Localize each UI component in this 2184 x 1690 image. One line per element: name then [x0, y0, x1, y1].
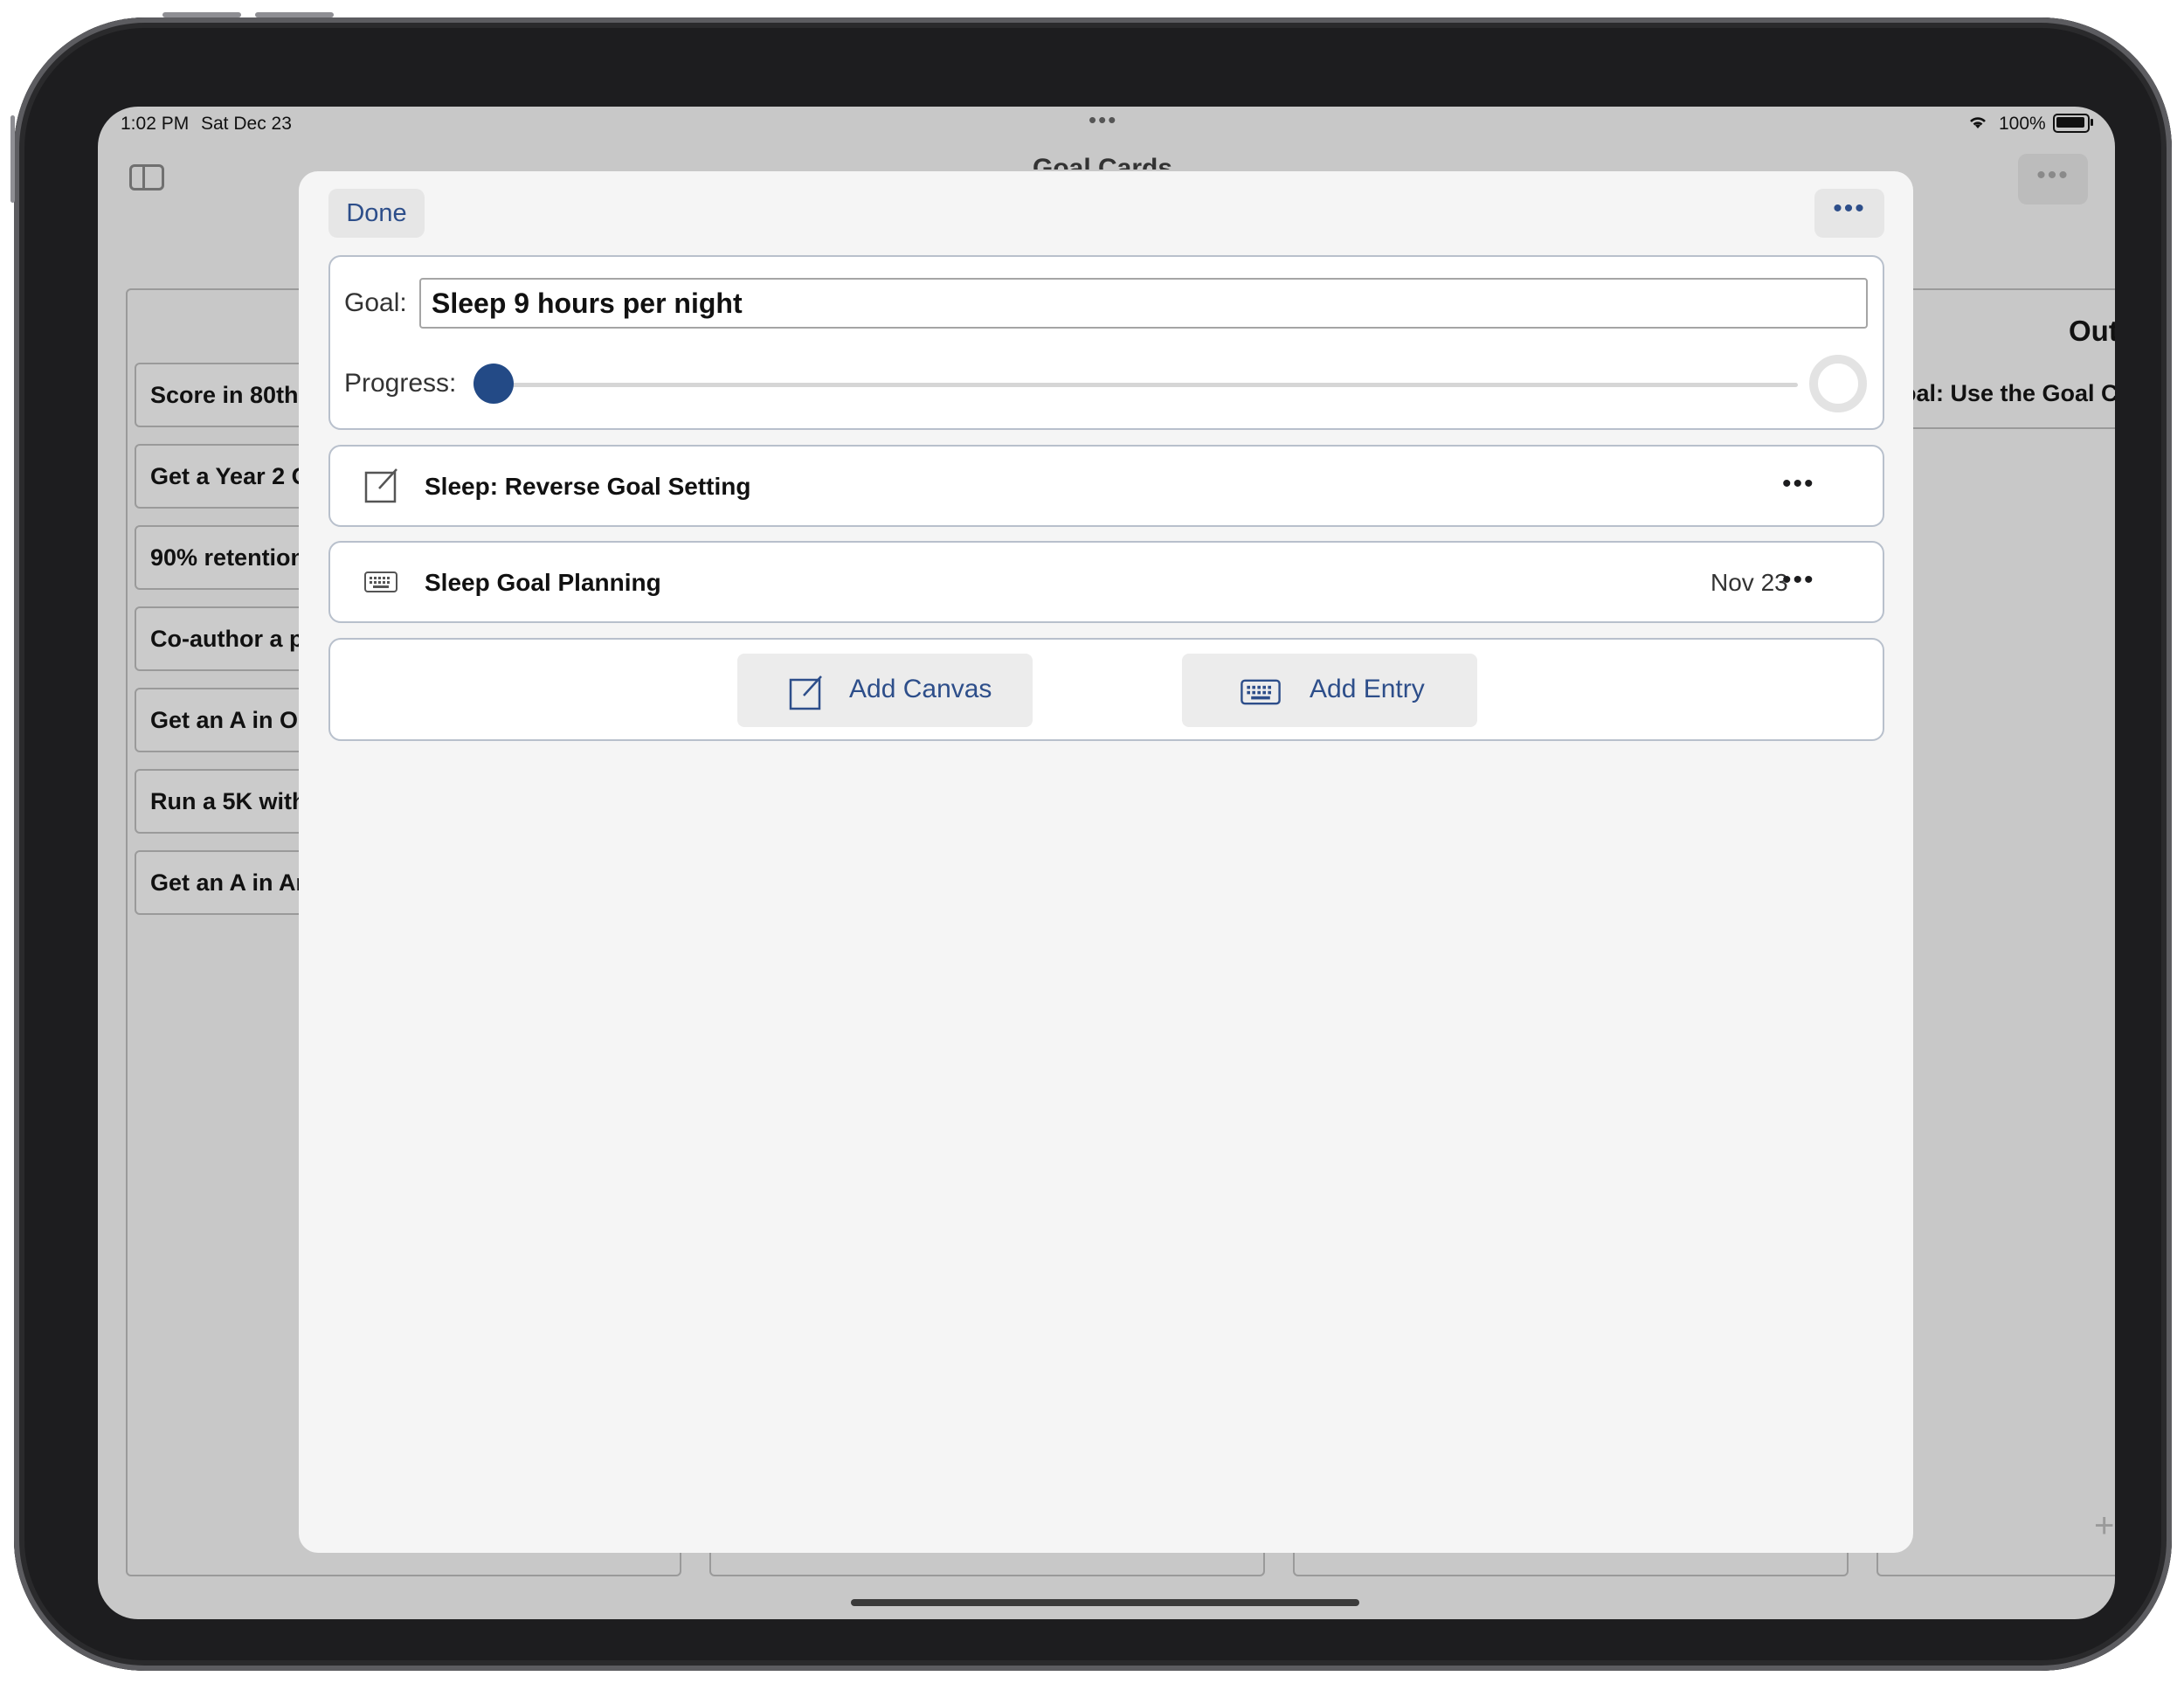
battery-percent: 100% [1999, 114, 2046, 134]
add-canvas-button[interactable]: Add Canvas [737, 654, 1033, 727]
compose-icon [363, 466, 402, 509]
progress-slider-track[interactable] [487, 383, 1798, 387]
progress-label: Progress: [344, 369, 457, 398]
list-item[interactable]: Sleep: Reverse Goal Setting ••• [328, 445, 1884, 527]
status-time: 1:02 PM [121, 114, 190, 134]
keyboard-icon [363, 569, 398, 599]
volume-button [162, 12, 241, 17]
sidebar-icon[interactable] [129, 164, 164, 190]
done-button[interactable]: Done [328, 189, 425, 238]
goal-input[interactable]: Sleep 9 hours per night [419, 278, 1868, 329]
battery-nub [2091, 119, 2093, 126]
compose-icon [789, 675, 822, 710]
progress-slider-thumb[interactable] [473, 364, 514, 404]
modal-more-button[interactable]: ••• [1814, 189, 1884, 238]
status-bar: 1:02 PM Sat Dec 23 ••• 100% [98, 107, 2115, 145]
volume-button [255, 12, 334, 17]
add-entry-button[interactable]: Add Entry [1182, 654, 1477, 727]
row-title: Sleep: Reverse Goal Setting [425, 473, 751, 500]
home-indicator[interactable] [851, 1599, 1359, 1606]
row-title: Sleep Goal Planning [425, 569, 661, 596]
power-button [10, 115, 15, 203]
column-title: Out [2069, 315, 2115, 347]
multitasking-dots[interactable]: ••• [1089, 107, 1117, 134]
progress-ring-icon [1809, 355, 1867, 412]
goal-detail-sheet: Done ••• Goal: Sleep 9 hours per night P… [299, 171, 1913, 1553]
goal-panel: Goal: Sleep 9 hours per night Progress: [328, 255, 1884, 430]
add-entry-label: Add Entry [1310, 675, 1425, 703]
page-title: Goal Cards [1033, 154, 1173, 170]
status-date: Sat Dec 23 [201, 114, 292, 134]
ipad-frame: 1:02 PM Sat Dec 23 ••• 100% Goal Cards •… [10, 12, 2172, 1671]
list-item[interactable]: Sleep Goal Planning Nov 23 ••• [328, 541, 1884, 623]
wifi-icon [1967, 114, 1988, 136]
keyboard-icon [1241, 679, 1281, 705]
plus-icon[interactable]: + [2094, 1506, 2114, 1546]
screen: 1:02 PM Sat Dec 23 ••• 100% Goal Cards •… [98, 107, 2115, 1619]
add-canvas-label: Add Canvas [849, 675, 992, 703]
battery-full-icon [2053, 114, 2090, 133]
row-date: Nov 23 [1711, 569, 1788, 596]
goal-card[interactable]: Goal: Use the Goal C [1878, 363, 2115, 429]
row-more-button[interactable]: ••• [1782, 565, 1815, 595]
navbar-more-button[interactable]: ••• [2018, 154, 2088, 204]
row-more-button[interactable]: ••• [1782, 469, 1815, 499]
add-actions-panel: Add Canvas Add Entry [328, 638, 1884, 741]
goal-label: Goal: [344, 288, 407, 317]
